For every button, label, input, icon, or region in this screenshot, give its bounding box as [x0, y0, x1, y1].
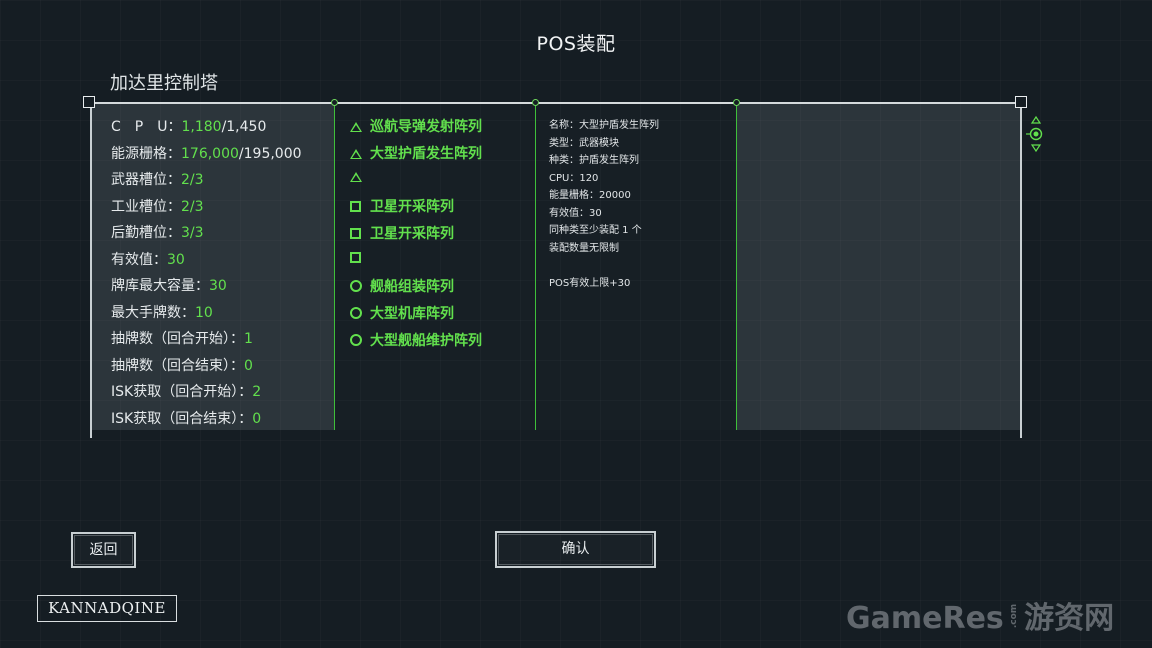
module-slot[interactable]: 大型机库阵列: [348, 303, 454, 323]
stat-value: 10: [195, 304, 213, 321]
detail-line: POS有效上限+30: [549, 277, 631, 289]
stat-row: 工业槽位：2/3: [111, 196, 204, 216]
stat-value: 2/3: [181, 198, 204, 215]
stat-value: 30: [209, 278, 227, 294]
module-name: 舰船组装阵列: [370, 279, 454, 296]
detail-line: 同种类至少装配 1 个: [549, 225, 642, 236]
detail-column: 名称：大型护盾发生阵列 类型：武器模块种类：护盾发生阵列 CPU：120 能量栅格：2…: [535, 104, 736, 430]
module-slot[interactable]: 大型护盾发生阵列: [348, 143, 482, 163]
watermark-cn: 游资网: [1024, 601, 1115, 636]
stat-row: ISK获取（回合开始）：2: [111, 381, 261, 401]
module-name: 巡航导弹发射阵列: [370, 119, 482, 135]
stat-label: 牌库最大容量：: [111, 278, 209, 294]
stat-value: 3/3: [181, 225, 204, 241]
module-slot[interactable]: 巡航导弹发射阵列: [348, 116, 482, 136]
panel-right-border: [1020, 102, 1022, 438]
circle-slot-icon: [350, 306, 362, 319]
stats-column: C P U：1,180/1,450 能源栅格：176,000/195,000 武器槽…: [90, 104, 334, 430]
triangle-slot-icon: [350, 122, 362, 132]
square-slot-icon: [350, 227, 361, 239]
divider-node: [331, 99, 338, 106]
stat-row: 抽牌数（回合结束）：0: [111, 355, 253, 375]
back-button[interactable]: 返回: [71, 532, 136, 568]
stat-value: 2: [252, 384, 262, 400]
stat-row: 能源栅格：176,000/195,000: [111, 143, 302, 163]
watermark: GameRes .com 游资网: [846, 593, 1114, 637]
panel-left-border: [90, 102, 92, 438]
stat-label: 后勤槽位：: [111, 225, 181, 241]
stat-row: C P U：1,180/1,450: [111, 116, 266, 136]
stat-max: /1,450: [221, 119, 267, 135]
detail-line: CPU：120: [549, 172, 599, 184]
detail-line: 装配数量无限制: [549, 242, 619, 254]
stat-max: /195,000: [238, 145, 302, 162]
stat-label: 武器槽位：: [111, 172, 181, 188]
scroll-control[interactable]: [1026, 114, 1046, 154]
stat-row: 武器槽位：2/3: [111, 169, 204, 189]
stat-row: 抽牌数（回合开始）：1: [111, 328, 253, 348]
stat-row: 有效值：30: [111, 249, 185, 269]
stat-value: 176,000: [181, 145, 239, 162]
triangle-slot-icon: [350, 172, 362, 183]
tower-name: 加达里控制塔: [110, 73, 218, 94]
detail-line: 种类：护盾发生阵列: [549, 155, 639, 166]
square-slot-icon: [350, 251, 361, 263]
module-slot[interactable]: [348, 250, 370, 266]
panel-corner: [1015, 96, 1027, 108]
detail-line: 能量栅格：20000: [549, 190, 631, 201]
stat-label: 最大手牌数：: [111, 304, 195, 321]
empty-column: [736, 104, 1022, 430]
circle-slot-icon: [350, 280, 362, 293]
stat-row: 后勤槽位：3/3: [111, 222, 204, 242]
panel-corner: [83, 96, 95, 108]
scroll-down-icon: [1030, 144, 1042, 153]
module-name: 卫星开采阵列: [370, 225, 454, 242]
module-slot[interactable]: [348, 169, 370, 185]
watermark-brand: GameRes: [846, 601, 1004, 636]
confirm-button[interactable]: 确认: [495, 531, 656, 568]
stat-value: 0: [244, 357, 253, 374]
studio-logo: KANNADQINE: [37, 595, 177, 622]
square-slot-icon: [350, 201, 361, 213]
stat-label: 能源栅格：: [111, 145, 181, 162]
module-name: 大型机库阵列: [370, 305, 454, 322]
module-column: 巡航导弹发射阵列 大型护盾发生阵列 卫星开采阵列 卫星开采阵列 舰船组装阵列 大型机库阵列…: [334, 104, 535, 430]
circle-slot-icon: [350, 333, 362, 346]
column-divider: [535, 102, 536, 430]
module-slot[interactable]: 舰船组装阵列: [348, 276, 454, 296]
module-name: 卫星开采阵列: [370, 199, 454, 216]
stat-row: 牌库最大容量：30: [111, 275, 227, 295]
screen-title: POS装配: [536, 33, 616, 55]
scroll-up-icon: [1030, 115, 1042, 124]
stat-row: ISK获取（回合结束）：0: [111, 408, 261, 428]
module-name: 大型护盾发生阵列: [370, 145, 482, 162]
module-slot[interactable]: 大型舰船维护阵列: [348, 330, 482, 350]
detail-line: 有效值：30: [549, 207, 602, 219]
column-divider: [736, 102, 737, 430]
divider-node: [733, 99, 740, 106]
module-name: 大型舰船维护阵列: [370, 332, 482, 349]
stat-label: 抽牌数（回合开始）：: [111, 331, 244, 347]
stat-value: 2/3: [181, 172, 204, 188]
column-divider: [334, 102, 335, 430]
detail-line: 类型：武器模块: [549, 137, 619, 149]
stat-label: 有效值：: [111, 251, 167, 268]
detail-line: 名称：大型护盾发生阵列: [549, 120, 659, 131]
stat-row: 最大手牌数：10: [111, 302, 213, 322]
module-slot[interactable]: 卫星开采阵列: [348, 223, 454, 243]
stat-value: 0: [252, 410, 262, 427]
stat-label: 工业槽位：: [111, 198, 181, 215]
divider-node: [532, 99, 539, 106]
pos-panel: C P U：1,180/1,450 能源栅格：176,000/195,000 武器槽…: [83, 96, 1027, 438]
watermark-com: .com: [1008, 603, 1019, 629]
triangle-slot-icon: [350, 148, 362, 159]
stat-value: 1,180: [181, 119, 222, 135]
stat-value: 30: [167, 251, 185, 268]
stat-value: 1: [244, 331, 253, 347]
stat-label: ISK获取（回合开始）：: [111, 384, 253, 400]
stat-label: C P U：: [111, 119, 182, 135]
module-slot[interactable]: 卫星开采阵列: [348, 196, 454, 216]
stat-label: ISK获取（回合结束）：: [111, 410, 253, 427]
stat-label: 抽牌数（回合结束）：: [111, 357, 244, 374]
